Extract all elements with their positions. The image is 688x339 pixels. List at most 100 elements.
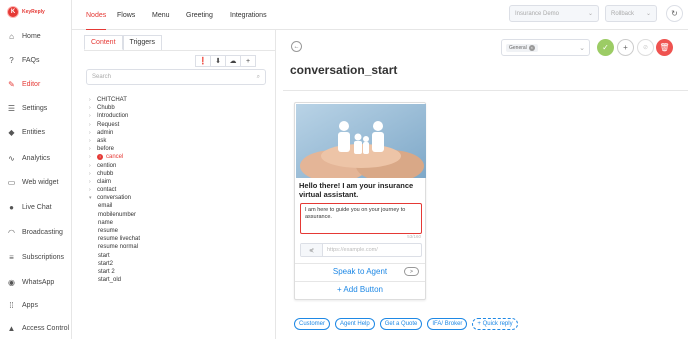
- tree-item[interactable]: › claim: [89, 178, 269, 186]
- rollback-select[interactable]: Rollback ⌄: [605, 5, 657, 22]
- search-placeholder: Search: [92, 74, 112, 80]
- tree-item-label: resume: [98, 228, 119, 234]
- tree-item-label: Request: [97, 121, 120, 128]
- caret-right-icon[interactable]: ›: [89, 145, 94, 153]
- tab-greeting[interactable]: Greeting: [186, 9, 213, 30]
- close-icon[interactable]: ×: [528, 44, 535, 51]
- tree-item[interactable]: › CHITCHAT: [89, 96, 269, 104]
- sidebar-item-editor[interactable]: ✎ Editor: [0, 76, 72, 92]
- delete-button[interactable]: 🗑: [656, 39, 673, 56]
- tree-item[interactable]: ▾ conversation: [89, 194, 269, 202]
- sidebar-item-web-widget[interactable]: ▭ Web widget: [0, 174, 72, 190]
- speak-to-agent-button[interactable]: Speak to Agent >: [295, 263, 425, 279]
- tab-triggers[interactable]: Triggers: [122, 35, 162, 50]
- sidebar-item-live-chat[interactable]: ● Live Chat: [0, 199, 72, 215]
- caret-right-icon[interactable]: ›: [89, 153, 94, 161]
- sidebar-item-apps[interactable]: ⁞⁞ Apps: [0, 297, 72, 313]
- quick-reply-chip[interactable]: IFA/ Broker: [427, 318, 468, 330]
- tree-item[interactable]: › admin: [89, 129, 269, 137]
- sidebar-item-analytics[interactable]: ∿ Analytics: [0, 150, 72, 166]
- caret-right-icon[interactable]: ›: [89, 178, 94, 186]
- tree-item[interactable]: › contact: [89, 186, 269, 194]
- tree-item[interactable]: start2: [89, 260, 269, 268]
- caret-right-icon[interactable]: ›: [89, 121, 94, 129]
- caret-right-icon[interactable]: ›: [89, 129, 94, 137]
- logo[interactable]: K KeyReply: [7, 6, 45, 18]
- tab-nodes[interactable]: Nodes: [86, 9, 107, 30]
- tab-menu[interactable]: Menu: [152, 9, 170, 30]
- sidebar-item-label: Web widget: [22, 178, 59, 186]
- tree-item[interactable]: mobilenumber: [89, 211, 269, 219]
- tree-item[interactable]: › Chubb: [89, 104, 269, 112]
- search-input[interactable]: Search ⌕: [86, 69, 266, 85]
- add-button[interactable]: +: [617, 39, 634, 56]
- tree-item[interactable]: start 2: [89, 268, 269, 276]
- arrow-right-icon[interactable]: >: [404, 267, 419, 276]
- tab-flows[interactable]: Flows: [117, 9, 135, 30]
- sidebar-item-broadcasting[interactable]: ◠ Broadcasting: [0, 224, 72, 240]
- quick-reply-chip[interactable]: Get a Quote: [379, 318, 423, 330]
- caret-right-icon[interactable]: ›: [89, 137, 94, 145]
- caret-right-icon[interactable]: ›: [89, 104, 94, 112]
- demo-select[interactable]: Insurance Demo ⌄: [509, 5, 599, 22]
- add-node-button[interactable]: +: [240, 55, 256, 67]
- pulse-icon: ∿: [8, 153, 15, 163]
- caret-right-icon[interactable]: ›: [89, 170, 94, 178]
- sidebar-item-label: FAQs: [22, 56, 40, 64]
- caret-right-icon[interactable]: ›: [89, 112, 94, 120]
- tab-integrations[interactable]: Integrations: [230, 9, 267, 30]
- check-icon: ✓: [602, 43, 609, 52]
- sidebar-item-whatsapp[interactable]: ◉ WhatsApp: [0, 274, 72, 290]
- quick-reply-chip[interactable]: Agent Help: [335, 318, 375, 330]
- refresh-button[interactable]: ↻: [666, 5, 683, 22]
- url-input[interactable]: https://example.com/: [323, 247, 378, 253]
- add-quick-reply-button[interactable]: + Quick reply: [472, 318, 518, 330]
- upload-button[interactable]: ☁: [225, 55, 241, 67]
- download-button[interactable]: ⬇: [210, 55, 226, 67]
- monitor-icon: ▭: [7, 177, 16, 187]
- tree-item[interactable]: resume livechat: [89, 235, 269, 243]
- sidebar-item-entities[interactable]: ◆ Entities: [0, 124, 72, 140]
- sidebar-item-label: Subscriptions: [22, 253, 65, 261]
- tree-item[interactable]: resume normal: [89, 243, 269, 251]
- tab-content[interactable]: Content: [84, 35, 123, 50]
- tree-item[interactable]: › Introduction: [89, 112, 269, 120]
- sidebar-item-home[interactable]: ⌂ Home: [0, 28, 72, 44]
- caret-right-icon[interactable]: ›: [89, 162, 94, 170]
- card-image[interactable]: [296, 104, 426, 178]
- plus-icon: +: [245, 57, 251, 65]
- alert-button[interactable]: ❗: [195, 55, 211, 67]
- tree-item[interactable]: start_old: [89, 276, 269, 284]
- tree-item[interactable]: name: [89, 219, 269, 227]
- add-button-row[interactable]: + Add Button: [295, 281, 425, 297]
- tree-item[interactable]: › cention: [89, 162, 269, 170]
- sidebar-item-subscriptions[interactable]: ≡ Subscriptions: [0, 249, 72, 265]
- home-icon: ⌂: [9, 31, 14, 41]
- quick-reply-chip[interactable]: Customer: [294, 318, 331, 330]
- sidebar-item-access-control[interactable]: ▲ Access Control: [0, 320, 72, 336]
- caret-down-icon[interactable]: ▾: [89, 194, 94, 202]
- tree-item[interactable]: › Request: [89, 121, 269, 129]
- tree-item[interactable]: › chubb: [89, 170, 269, 178]
- tree-item[interactable]: email: [89, 202, 269, 210]
- tree-item-label: start_old: [98, 277, 122, 284]
- save-button[interactable]: ✓: [597, 39, 614, 56]
- char-count: 53/160: [407, 234, 421, 239]
- tag-select[interactable]: General × ⌄: [501, 39, 590, 56]
- tree-item[interactable]: › ask: [89, 137, 269, 145]
- sidebar-item-settings[interactable]: ☰ Settings: [0, 100, 72, 116]
- caret-right-icon[interactable]: ›: [89, 186, 94, 194]
- disabled-button[interactable]: ⊘: [637, 39, 654, 56]
- tree-item-label: conversation: [97, 195, 132, 202]
- message-textarea[interactable]: I am here to guide you on your journey t…: [300, 203, 422, 234]
- tree-item[interactable]: start: [89, 252, 269, 260]
- logo-icon: K: [7, 6, 19, 18]
- sidebar-item-label: Apps: [22, 301, 38, 309]
- sidebar-item-faqs[interactable]: ? FAQs: [0, 52, 72, 68]
- tree-item[interactable]: resume: [89, 227, 269, 235]
- back-button[interactable]: ←: [291, 41, 302, 52]
- url-field[interactable]: ⋞ https://example.com/: [300, 243, 422, 257]
- caret-right-icon[interactable]: ›: [89, 96, 94, 104]
- tree-item[interactable]: ›! cancel: [89, 153, 269, 161]
- tree-item[interactable]: › before: [89, 145, 269, 153]
